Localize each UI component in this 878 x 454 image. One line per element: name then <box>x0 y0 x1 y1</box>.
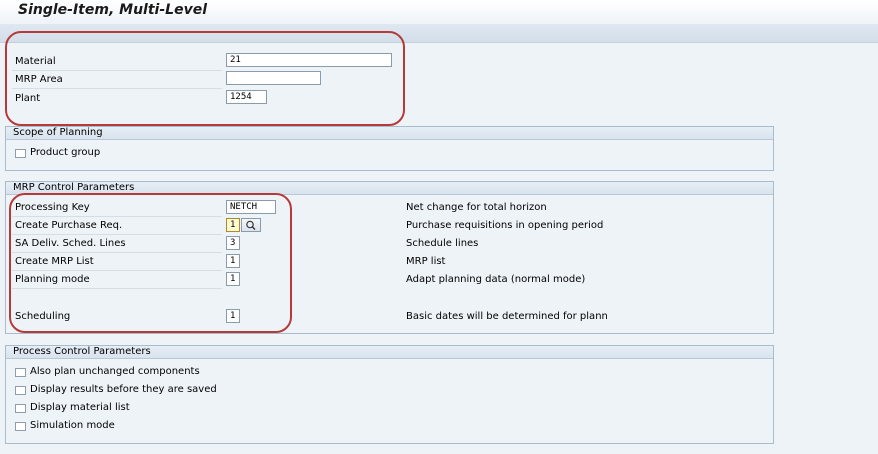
create-purchase-req-label: Create Purchase Req. <box>15 220 123 231</box>
plant-label: Plant <box>15 93 41 104</box>
planning-mode-description: Adapt planning data (normal mode) <box>406 274 586 285</box>
display-results-before-saved-label: Display results before they are saved <box>30 384 217 395</box>
mrp-control-title: MRP Control Parameters <box>13 182 135 193</box>
processing-key-input[interactable]: NETCH <box>226 200 276 214</box>
mrp-area-input[interactable] <box>226 71 321 85</box>
row-divider <box>12 270 222 271</box>
group-header: Scope of Planning <box>6 127 773 140</box>
plant-input[interactable]: 1254 <box>226 90 267 104</box>
toolbar-strip <box>0 24 878 43</box>
create-mrp-list-description: MRP list <box>406 256 446 267</box>
mrp-area-label: MRP Area <box>15 74 63 85</box>
simulation-mode-checkbox[interactable] <box>15 422 26 431</box>
processing-key-description: Net change for total horizon <box>406 202 547 213</box>
row-divider <box>12 252 222 253</box>
row-divider <box>12 288 222 289</box>
processing-key-label: Processing Key <box>15 202 90 213</box>
search-help-button[interactable] <box>241 218 261 232</box>
process-control-group: Process Control Parameters Also plan unc… <box>5 345 774 444</box>
create-mrp-list-input[interactable]: 1 <box>226 254 240 268</box>
plan-unchanged-components-checkbox[interactable] <box>15 368 26 377</box>
scope-of-planning-group: Scope of Planning Product group <box>5 126 774 171</box>
row-divider <box>12 216 222 217</box>
product-group-label: Product group <box>30 147 101 158</box>
simulation-mode-label: Simulation mode <box>30 420 115 431</box>
scheduling-label: Scheduling <box>15 311 71 322</box>
material-input[interactable]: 21 <box>226 53 392 67</box>
page-title: Single-Item, Multi-Level <box>18 2 207 18</box>
create-purchase-req-description: Purchase requisitions in opening period <box>406 220 604 231</box>
sa-deliv-sched-lines-input[interactable]: 3 <box>226 236 240 250</box>
planning-mode-label: Planning mode <box>15 274 90 285</box>
material-label: Material <box>15 56 56 67</box>
sa-deliv-sched-lines-description: Schedule lines <box>406 238 479 249</box>
create-mrp-list-label: Create MRP List <box>15 256 94 267</box>
row-divider <box>12 234 222 235</box>
magnifier-icon <box>246 220 256 230</box>
row-divider <box>12 88 222 89</box>
mrp-control-group: MRP Control Parameters <box>5 181 774 334</box>
sa-deliv-sched-lines-label: SA Deliv. Sched. Lines <box>15 238 126 249</box>
scheduling-input[interactable]: 1 <box>226 309 240 323</box>
product-group-checkbox[interactable] <box>15 149 26 158</box>
process-control-title: Process Control Parameters <box>13 346 151 357</box>
display-material-list-checkbox[interactable] <box>15 404 26 413</box>
scope-of-planning-title: Scope of Planning <box>13 127 103 138</box>
display-material-list-label: Display material list <box>30 402 130 413</box>
plan-unchanged-components-label: Also plan unchanged components <box>30 366 200 377</box>
display-results-before-saved-checkbox[interactable] <box>15 386 26 395</box>
create-purchase-req-input[interactable]: 1 <box>226 218 240 232</box>
planning-mode-input[interactable]: 1 <box>226 272 240 286</box>
top-fields-callout <box>5 31 405 126</box>
group-header: MRP Control Parameters <box>6 182 773 195</box>
scheduling-description: Basic dates will be determined for plann <box>406 311 608 322</box>
group-header: Process Control Parameters <box>6 346 773 359</box>
title-bar: Single-Item, Multi-Level <box>0 0 878 24</box>
row-divider <box>12 70 222 71</box>
